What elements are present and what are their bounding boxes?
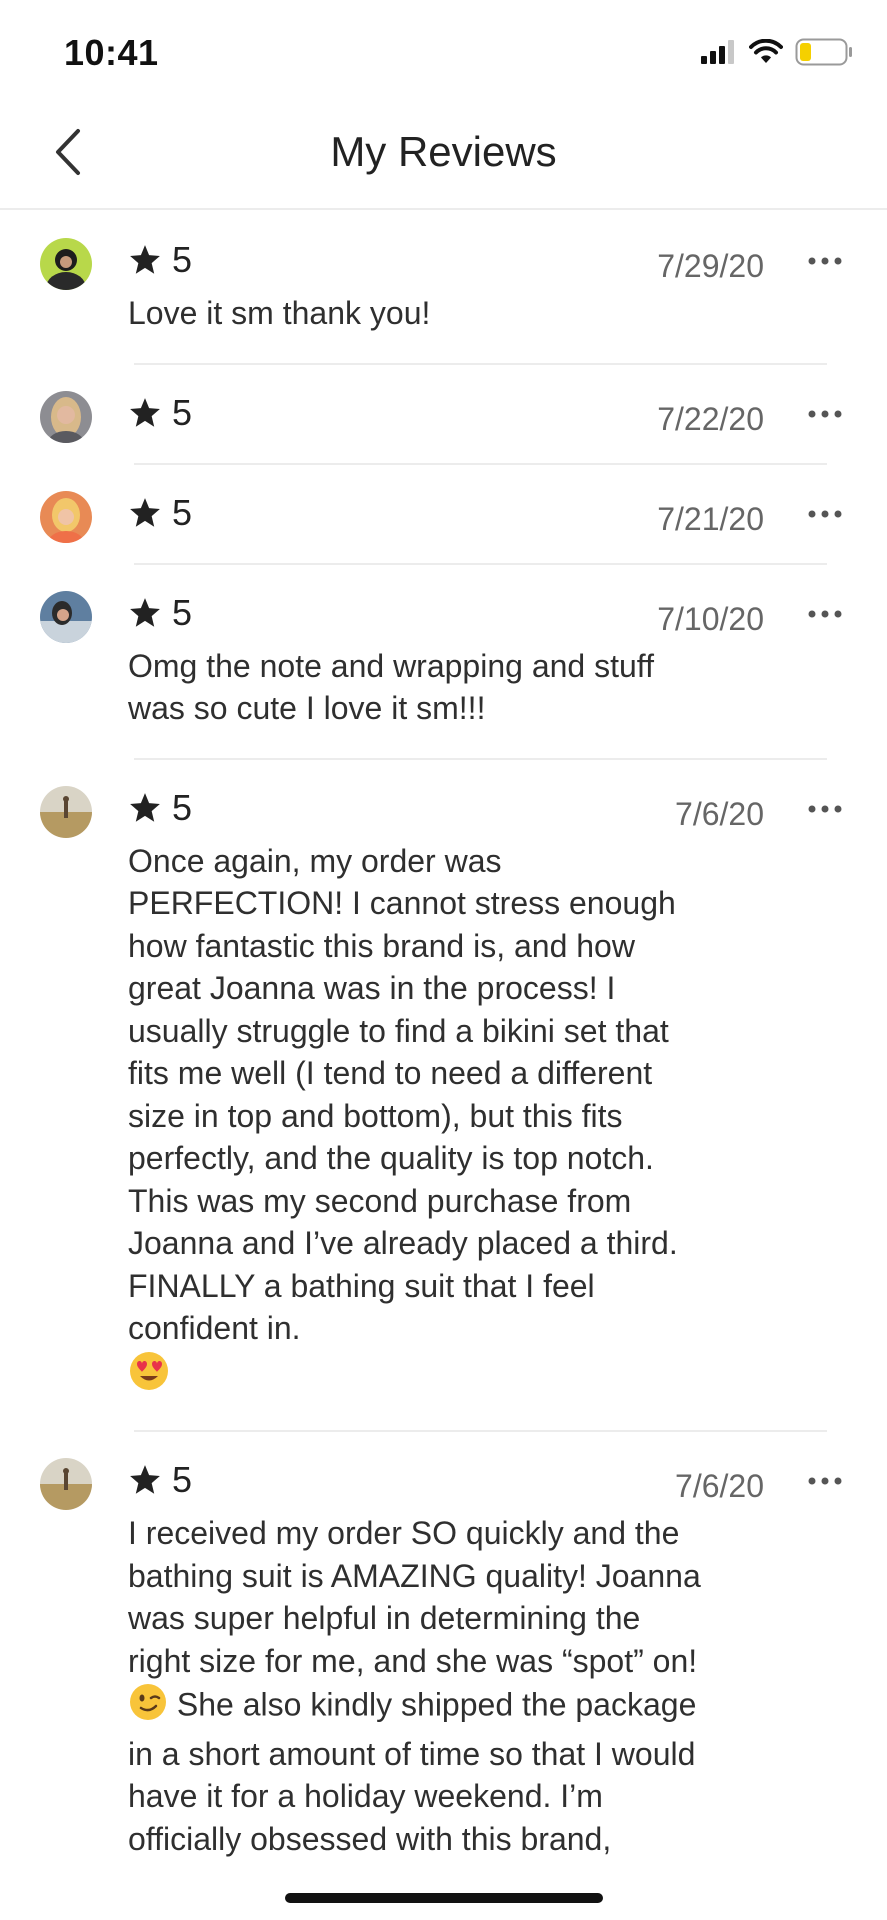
review-rating: 5 bbox=[128, 591, 887, 635]
signal-icon bbox=[701, 40, 737, 69]
star-icon bbox=[130, 245, 160, 274]
heart-eyes-emoji-icon bbox=[128, 1350, 170, 1403]
wifi-icon bbox=[749, 38, 783, 70]
status-time: 10:41 bbox=[64, 32, 159, 73]
rating-value: 5 bbox=[172, 491, 193, 533]
review-rating: 5 bbox=[128, 391, 887, 435]
review-item: 5 7/29/20 Love it sm thank you! bbox=[0, 210, 887, 363]
avatar[interactable] bbox=[40, 785, 92, 838]
review-rating: 5 bbox=[128, 491, 887, 535]
review-rating: 5 bbox=[128, 786, 887, 830]
star-icon bbox=[130, 497, 160, 527]
more-options-button[interactable] bbox=[805, 499, 845, 529]
review-item: 5 7/10/20 Omg the note and wrapping and … bbox=[0, 562, 887, 758]
review-item: 5 7/21/20 bbox=[0, 462, 887, 563]
avatar[interactable] bbox=[40, 390, 92, 443]
review-item: 5 7/6/20 Once again, my order was PERFEC… bbox=[0, 757, 887, 1431]
redaction-bar bbox=[285, 1893, 603, 1903]
ellipsis-icon bbox=[808, 610, 842, 617]
ellipsis-icon bbox=[808, 805, 842, 812]
rating-value: 5 bbox=[172, 591, 193, 633]
review-text: Once again, my order was PERFECTION! I c… bbox=[128, 840, 708, 1403]
review-date: 7/22/20 bbox=[657, 400, 764, 437]
review-date: 7/6/20 bbox=[675, 795, 764, 832]
more-options-button[interactable] bbox=[805, 246, 845, 276]
page-title: My Reviews bbox=[330, 128, 557, 175]
review-text: I received my order SO quickly and the b… bbox=[128, 1512, 708, 1860]
review-item: 5 7/22/20 bbox=[0, 362, 887, 463]
avatar[interactable] bbox=[40, 490, 92, 543]
review-date: 7/10/20 bbox=[657, 600, 764, 637]
rating-value: 5 bbox=[172, 1459, 193, 1500]
status-icons bbox=[701, 38, 853, 71]
review-text-continuation: She also kindly shipped the package in a… bbox=[128, 1686, 697, 1857]
nav-bar: My Reviews bbox=[0, 100, 887, 210]
rating-value: 5 bbox=[172, 391, 193, 433]
reviews-list: 5 7/29/20 Love it sm thank you! 5 7/22/2… bbox=[0, 210, 887, 1888]
star-icon bbox=[130, 597, 160, 627]
review-text: Love it sm thank you! bbox=[128, 295, 431, 331]
more-options-button[interactable] bbox=[805, 599, 845, 629]
ellipsis-icon bbox=[808, 510, 842, 517]
winking-face-emoji-icon bbox=[128, 1682, 168, 1733]
review-date: 7/6/20 bbox=[675, 1468, 764, 1504]
review-text: Omg the note and wrapping and stuff was … bbox=[128, 647, 654, 727]
ellipsis-icon bbox=[808, 257, 842, 265]
review-rating: 5 bbox=[128, 1458, 887, 1502]
avatar[interactable] bbox=[40, 590, 92, 643]
more-options-button[interactable] bbox=[805, 794, 845, 824]
battery-icon bbox=[795, 38, 853, 71]
rating-value: 5 bbox=[172, 239, 193, 280]
avatar[interactable] bbox=[40, 1458, 92, 1510]
status-bar: 10:41 bbox=[0, 0, 887, 100]
star-icon bbox=[130, 792, 160, 822]
star-icon bbox=[130, 1465, 160, 1494]
review-text-body: Once again, my order was PERFECTION! I c… bbox=[128, 842, 678, 1347]
review-item: 5 7/6/20 I received my order SO quickly … bbox=[0, 1430, 887, 1888]
avatar[interactable] bbox=[40, 238, 92, 290]
review-date: 7/21/20 bbox=[657, 500, 764, 537]
more-options-button[interactable] bbox=[805, 399, 845, 429]
rating-value: 5 bbox=[172, 786, 193, 828]
more-options-button[interactable] bbox=[805, 1466, 845, 1496]
ellipsis-icon bbox=[808, 1477, 842, 1485]
star-icon bbox=[130, 397, 160, 427]
ellipsis-icon bbox=[808, 410, 842, 417]
review-text-body: I received my order SO quickly and the b… bbox=[128, 1515, 701, 1679]
review-date: 7/29/20 bbox=[657, 248, 764, 284]
review-rating: 5 bbox=[128, 238, 887, 282]
